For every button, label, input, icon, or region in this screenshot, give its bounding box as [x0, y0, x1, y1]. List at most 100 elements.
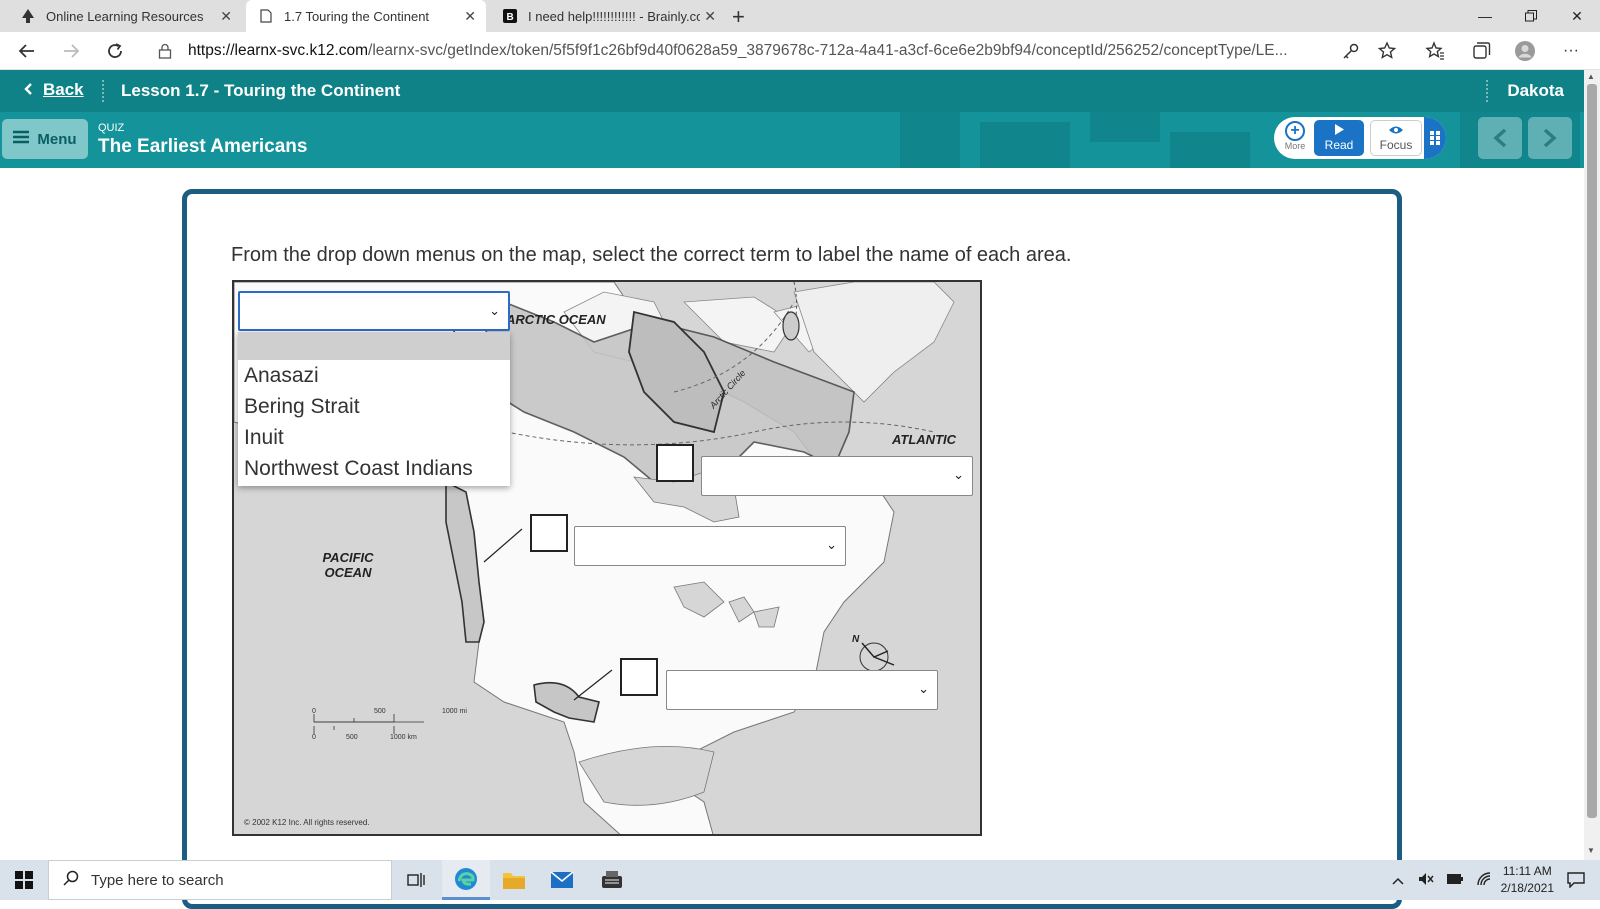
answer-select-3[interactable]: ⌄ [574, 526, 846, 566]
chevron-down-icon: ⌄ [918, 681, 929, 696]
header-pattern [980, 122, 1070, 168]
more-label: More [1284, 141, 1306, 151]
close-icon[interactable]: ✕ [704, 8, 716, 25]
restore-icon[interactable] [1508, 0, 1554, 32]
clock-date: 2/18/2021 [1500, 881, 1554, 895]
volume-muted-icon[interactable] [1418, 872, 1434, 889]
minimize-icon[interactable]: — [1462, 0, 1508, 32]
task-view-icon[interactable] [392, 860, 440, 900]
menu-button[interactable]: Menu [2, 119, 88, 159]
search-placeholder: Type here to search [91, 871, 224, 889]
tab-online-learning[interactable]: Online Learning Resources ✕ [8, 0, 242, 32]
chevron-left-icon [24, 82, 33, 98]
clock-time: 11:11 AM [1502, 864, 1552, 878]
focus-label: Focus [1379, 138, 1413, 152]
forward-arrow-icon[interactable] [58, 38, 84, 64]
file-explorer-icon[interactable] [490, 860, 538, 900]
header-pattern [900, 112, 960, 168]
dropdown-option-blank[interactable] [238, 332, 510, 360]
add-favorite-icon[interactable] [1376, 40, 1398, 62]
read-button[interactable]: Read [1314, 120, 1364, 156]
dropdown-option[interactable]: Northwest Coast Indians [238, 453, 510, 484]
play-icon [1334, 124, 1344, 138]
answer-select-1[interactable]: ⌄ [238, 291, 510, 331]
edge-browser-icon[interactable] [442, 860, 490, 900]
chevron-down-icon: ⌄ [826, 537, 837, 552]
search-icon [63, 870, 79, 890]
lock-icon [158, 43, 172, 64]
map-marker-box [530, 514, 568, 552]
typewriter-app-icon[interactable] [588, 860, 636, 900]
user-name[interactable]: Dakota [1507, 81, 1564, 101]
focus-button[interactable]: Focus [1370, 120, 1422, 156]
dropdown-option[interactable]: Inuit [238, 422, 510, 453]
chevron-down-icon: ⌄ [953, 467, 964, 482]
tab-title: Online Learning Resources [46, 8, 204, 24]
new-tab-button[interactable]: + [732, 4, 745, 30]
tab-title: 1.7 Touring the Continent [284, 8, 430, 24]
close-icon[interactable]: ✕ [464, 8, 476, 25]
arctic-ocean-label: ARCTIC OCEAN [506, 312, 606, 327]
hamburger-icon [13, 130, 30, 149]
vertical-scrollbar[interactable]: ▲ ▼ [1584, 70, 1600, 860]
pacific-ocean-label: PACIFIC OCEAN [322, 550, 374, 580]
back-arrow-icon[interactable] [14, 38, 40, 64]
scrollbar-thumb[interactable] [1587, 84, 1597, 818]
wifi-icon[interactable] [1476, 871, 1492, 889]
taskbar-search-field[interactable]: Type here to search [48, 860, 392, 900]
brainly-icon: B [502, 8, 518, 24]
window-close-icon[interactable]: ✕ [1554, 0, 1600, 32]
url-field[interactable]: https://learnx-svc.k12.com/learnx-svc/ge… [150, 36, 1380, 66]
scale-mi-500: 500 [374, 708, 386, 715]
url-path: /learnx-svc/getIndex/token/5f5f9f1c26bf9… [368, 42, 1288, 59]
dropdown-option[interactable]: Bering Strait [238, 391, 510, 422]
divider [1486, 80, 1488, 102]
battery-icon[interactable] [1446, 873, 1464, 888]
close-icon[interactable]: ✕ [220, 8, 232, 25]
scale-mi-1000: 1000 mi [442, 708, 467, 715]
read-label: Read [1324, 138, 1354, 152]
divider [102, 80, 104, 102]
answer-select-4[interactable]: ⌄ [666, 670, 938, 710]
scale-km-500: 500 [346, 734, 358, 741]
collections-icon[interactable] [1470, 40, 1492, 62]
quiz-title: The Earliest Americans [98, 136, 308, 157]
tab-touring-continent[interactable]: 1.7 Touring the Continent ✕ [246, 0, 486, 32]
refresh-icon[interactable] [102, 38, 128, 64]
dropdown-options-list: Anasazi Bering Strait Inuit Northwest Co… [238, 332, 510, 486]
windows-start-icon[interactable] [0, 860, 48, 900]
settings-more-icon[interactable]: ··· [1560, 40, 1582, 62]
plus-icon: + [1285, 121, 1305, 141]
system-tray [1392, 860, 1492, 900]
chevron-up-icon[interactable] [1392, 873, 1404, 888]
tab-brainly[interactable]: B I need help!!!!!!!!!!!! - Brainly.com … [490, 0, 726, 32]
lesson-header: Back Lesson 1.7 - Touring the Continent … [0, 70, 1584, 112]
previous-page-button[interactable] [1478, 117, 1522, 159]
profile-avatar-icon[interactable] [1514, 40, 1536, 62]
answer-select-2[interactable]: ⌄ [701, 456, 973, 496]
back-link[interactable]: Back [24, 80, 84, 100]
browser-tab-strip: Online Learning Resources ✕ 1.7 Touring … [0, 0, 1600, 32]
menu-label: Menu [37, 130, 77, 148]
atlantic-ocean-label: ATLANTIC OCEAN [891, 432, 957, 449]
url-host: https://learnx-svc.k12.com [188, 42, 369, 59]
scroll-up-icon[interactable]: ▲ [1587, 72, 1595, 81]
page-icon [258, 8, 274, 24]
mail-icon[interactable] [538, 860, 586, 900]
favorites-icon[interactable] [1424, 40, 1446, 62]
notifications-icon[interactable] [1552, 860, 1600, 900]
dropdown-option[interactable]: Anasazi [238, 360, 510, 391]
tools-pill: + More Read Focus [1274, 117, 1446, 159]
next-page-button[interactable] [1528, 117, 1572, 159]
tree-icon [20, 8, 36, 24]
more-button[interactable]: + More [1278, 119, 1312, 157]
apps-grid-icon[interactable] [1424, 117, 1446, 159]
question-instructions: From the drop down menus on the map, sel… [231, 244, 1072, 266]
map-copyright: © 2002 K12 Inc. All rights reserved. [244, 818, 370, 827]
compass-north-label: N [852, 634, 860, 645]
url-text: https://learnx-svc.k12.com/learnx-svc/ge… [188, 42, 1318, 60]
scroll-down-icon[interactable]: ▼ [1587, 846, 1595, 855]
key-icon[interactable] [1340, 40, 1362, 62]
quiz-label: QUIZ [98, 122, 125, 134]
taskbar-clock[interactable]: 11:11 AM 2/18/2021 [1501, 863, 1554, 897]
